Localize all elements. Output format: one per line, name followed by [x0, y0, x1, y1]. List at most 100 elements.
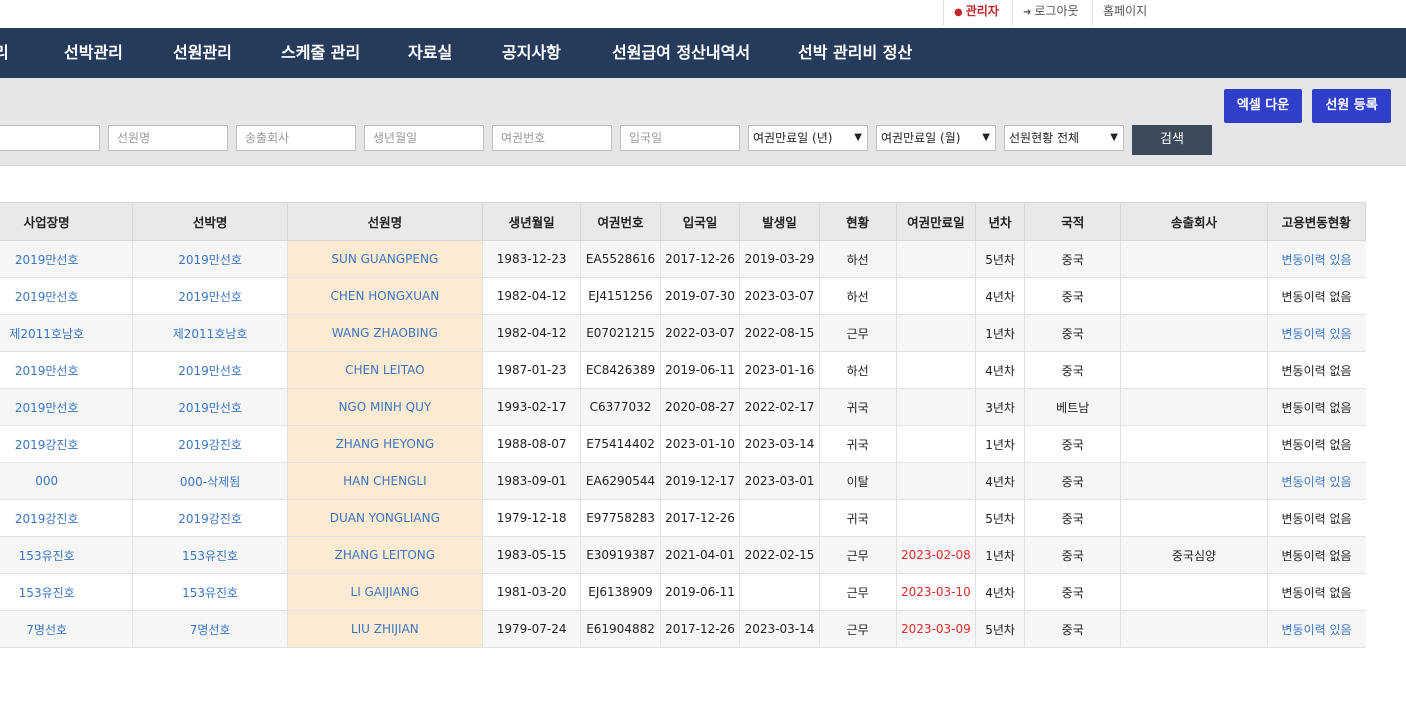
cell-expiry: 2023-02-08 — [895, 536, 976, 574]
table-row[interactable]: 2019만선호 2019만선호 NGO MINH QUY 1993-02-17 C637… — [0, 388, 1366, 426]
cell-status: 귀국 — [818, 499, 897, 537]
cell-ship[interactable]: 2019만선호 — [132, 277, 288, 315]
cell-ship[interactable]: 153유진호 — [132, 573, 288, 611]
nav-item-ship-management[interactable]: 선박관리 — [64, 28, 123, 78]
cell-company[interactable]: 2019만선호 — [0, 351, 133, 389]
cell-ship[interactable]: 2019만선호 — [132, 351, 288, 389]
cell-ship[interactable]: 2019강진호 — [132, 499, 288, 537]
expiry-year-select[interactable]: 여권만료일 (년) ▼ — [748, 125, 868, 151]
cell-ship[interactable]: 2019강진호 — [132, 425, 288, 463]
cell-agency — [1120, 314, 1268, 352]
cell-crew[interactable]: NGO MINH QUY — [286, 388, 483, 426]
cell-ship[interactable]: 제2011호남호 — [132, 314, 288, 352]
cell-company[interactable]: 7명선호 — [0, 610, 133, 648]
birthdate-input[interactable]: 생년월일 — [364, 125, 484, 151]
cell-company[interactable]: 153유진호 — [0, 536, 133, 574]
column-header-entry: 입국일 — [659, 202, 741, 241]
cell-history: 변동이력 없음 — [1266, 351, 1366, 389]
company-input[interactable] — [0, 125, 100, 151]
agency-input[interactable]: 송출회사 — [236, 125, 356, 151]
cell-company[interactable]: 2019강진호 — [0, 499, 133, 537]
nav-item-partial[interactable]: 리 — [0, 28, 9, 78]
logout-icon: ➜ — [1023, 7, 1032, 18]
cell-year: 5년차 — [975, 610, 1025, 648]
cell-company[interactable]: 2019강진호 — [0, 425, 133, 463]
crew-register-button[interactable]: 선원 등록 — [1312, 89, 1391, 123]
logout-link[interactable]: ➜ 로그아웃 — [1012, 0, 1089, 26]
cell-expiry — [895, 277, 976, 315]
cell-passport: E30919387 — [580, 536, 661, 574]
table-row[interactable]: 2019만선호 2019만선호 CHEN LEITAO 1987-01-23 EC842… — [0, 351, 1366, 389]
cell-crew[interactable]: LIU ZHIJIAN — [286, 610, 483, 648]
user-icon: ● — [954, 7, 963, 18]
crew-name-input[interactable]: 선원명 — [108, 125, 228, 151]
cell-history[interactable]: 변동이력 있음 — [1266, 314, 1366, 352]
cell-crew[interactable]: CHEN LEITAO — [286, 351, 483, 389]
cell-company[interactable]: 153유진호 — [0, 573, 133, 611]
expiry-month-select[interactable]: 여권만료일 (월) ▼ — [876, 125, 996, 151]
cell-nation: 중국 — [1024, 351, 1121, 389]
cell-ship[interactable]: 000-삭제됨 — [132, 462, 288, 500]
table-row[interactable]: 7명선호 7명선호 LIU ZHIJIAN 1979-07-24 E61904882 20… — [0, 610, 1366, 648]
cell-entry: 2019-06-11 — [659, 351, 740, 389]
cell-ship[interactable]: 153유진호 — [132, 536, 288, 574]
cell-crew[interactable]: ZHANG LEITONG — [286, 536, 483, 574]
cell-entry: 2017-12-26 — [659, 499, 740, 537]
table-row[interactable]: 2019강진호 2019강진호 DUAN YONGLIANG 1979-12-18 E9… — [0, 499, 1366, 537]
cell-history[interactable]: 변동이력 있음 — [1266, 610, 1366, 648]
cell-year: 1년차 — [975, 314, 1025, 352]
cell-passport: E61904882 — [580, 610, 661, 648]
nav-item-library[interactable]: 자료실 — [408, 28, 452, 78]
cell-occurred: 2023-01-16 — [739, 351, 820, 389]
cell-company[interactable]: 2019만선호 — [0, 388, 133, 426]
cell-crew[interactable]: LI GAIJIANG — [286, 573, 483, 611]
table-row[interactable]: 153유진호 153유진호 LI GAIJIANG 1981-03-20 EJ61389… — [0, 573, 1366, 611]
cell-passport: EA6290544 — [580, 462, 661, 500]
search-button[interactable]: 검색 — [1132, 125, 1212, 155]
cell-crew[interactable]: CHEN HONGXUAN — [286, 277, 483, 315]
cell-company[interactable]: 000 — [0, 462, 133, 500]
cell-history[interactable]: 변동이력 있음 — [1266, 462, 1366, 500]
chevron-down-icon: ▼ — [854, 132, 862, 143]
table-row[interactable]: 153유진호 153유진호 ZHANG LEITONG 1983-05-15 E3091… — [0, 536, 1366, 574]
table-row[interactable]: 2019강진호 2019강진호 ZHANG HEYONG 1988-08-07 E754… — [0, 425, 1366, 463]
cell-year: 4년차 — [975, 277, 1025, 315]
crew-status-select[interactable]: 선원현황 전체 ▼ — [1004, 125, 1124, 151]
cell-crew[interactable]: ZHANG HEYONG — [286, 425, 483, 463]
cell-company[interactable]: 제2011호남호 — [0, 314, 133, 352]
cell-expiry — [895, 314, 976, 352]
cell-crew[interactable]: HAN CHENGLI — [286, 462, 483, 500]
cell-crew[interactable]: DUAN YONGLIANG — [286, 499, 483, 537]
nav-item-ship-costs[interactable]: 선박 관리비 정산 — [798, 28, 912, 78]
cell-ship[interactable]: 2019만선호 — [132, 388, 288, 426]
passport-input[interactable]: 여권번호 — [492, 125, 612, 151]
cell-history[interactable]: 변동이력 있음 — [1266, 240, 1366, 278]
table-row[interactable]: 000 000-삭제됨 HAN CHENGLI 1983-09-01 EA6290544… — [0, 462, 1366, 500]
nav-item-notice[interactable]: 공지사항 — [502, 28, 561, 78]
cell-entry: 2019-12-17 — [659, 462, 740, 500]
cell-nation: 중국 — [1024, 499, 1121, 537]
cell-ship[interactable]: 7명선호 — [132, 610, 288, 648]
cell-occurred: 2023-03-07 — [739, 277, 820, 315]
cell-expiry — [895, 388, 976, 426]
table-row[interactable]: 2019만선호 2019만선호 SUN GUANGPENG 1983-12-23 EA5… — [0, 240, 1366, 278]
nav-item-payroll[interactable]: 선원급여 정산내역서 — [612, 28, 750, 78]
table-row[interactable]: 2019만선호 2019만선호 CHEN HONGXUAN 1982-04-12 EJ4… — [0, 277, 1366, 315]
admin-link[interactable]: ● 관리자 — [943, 0, 1009, 26]
cell-expiry: 2023-03-10 — [895, 573, 976, 611]
nav-item-schedule[interactable]: 스케줄 관리 — [281, 28, 360, 78]
crew-table: 사업장명 선박명 선원명 생년월일 여권번호 입국일 발생일 현황 여권만료일 년차 국적 송출회사 고… — [0, 202, 1367, 648]
cell-ship[interactable]: 2019만선호 — [132, 240, 288, 278]
cell-agency — [1120, 499, 1268, 537]
admin-label: 관리자 — [965, 4, 999, 18]
cell-history: 변동이력 없음 — [1266, 388, 1366, 426]
table-row[interactable]: 제2011호남호 제2011호남호 WANG ZHAOBING 1982-04-12 E… — [0, 314, 1366, 352]
nav-item-crew-management[interactable]: 선원관리 — [173, 28, 232, 78]
entry-date-input[interactable]: 입국일 — [620, 125, 740, 151]
excel-download-button[interactable]: 엑셀 다운 — [1224, 89, 1302, 123]
cell-crew[interactable]: WANG ZHAOBING — [286, 314, 483, 352]
homepage-link[interactable]: 홈페이지 — [1092, 0, 1157, 26]
cell-company[interactable]: 2019만선호 — [0, 277, 133, 315]
cell-company[interactable]: 2019만선호 — [0, 240, 133, 278]
cell-crew[interactable]: SUN GUANGPENG — [286, 240, 483, 278]
